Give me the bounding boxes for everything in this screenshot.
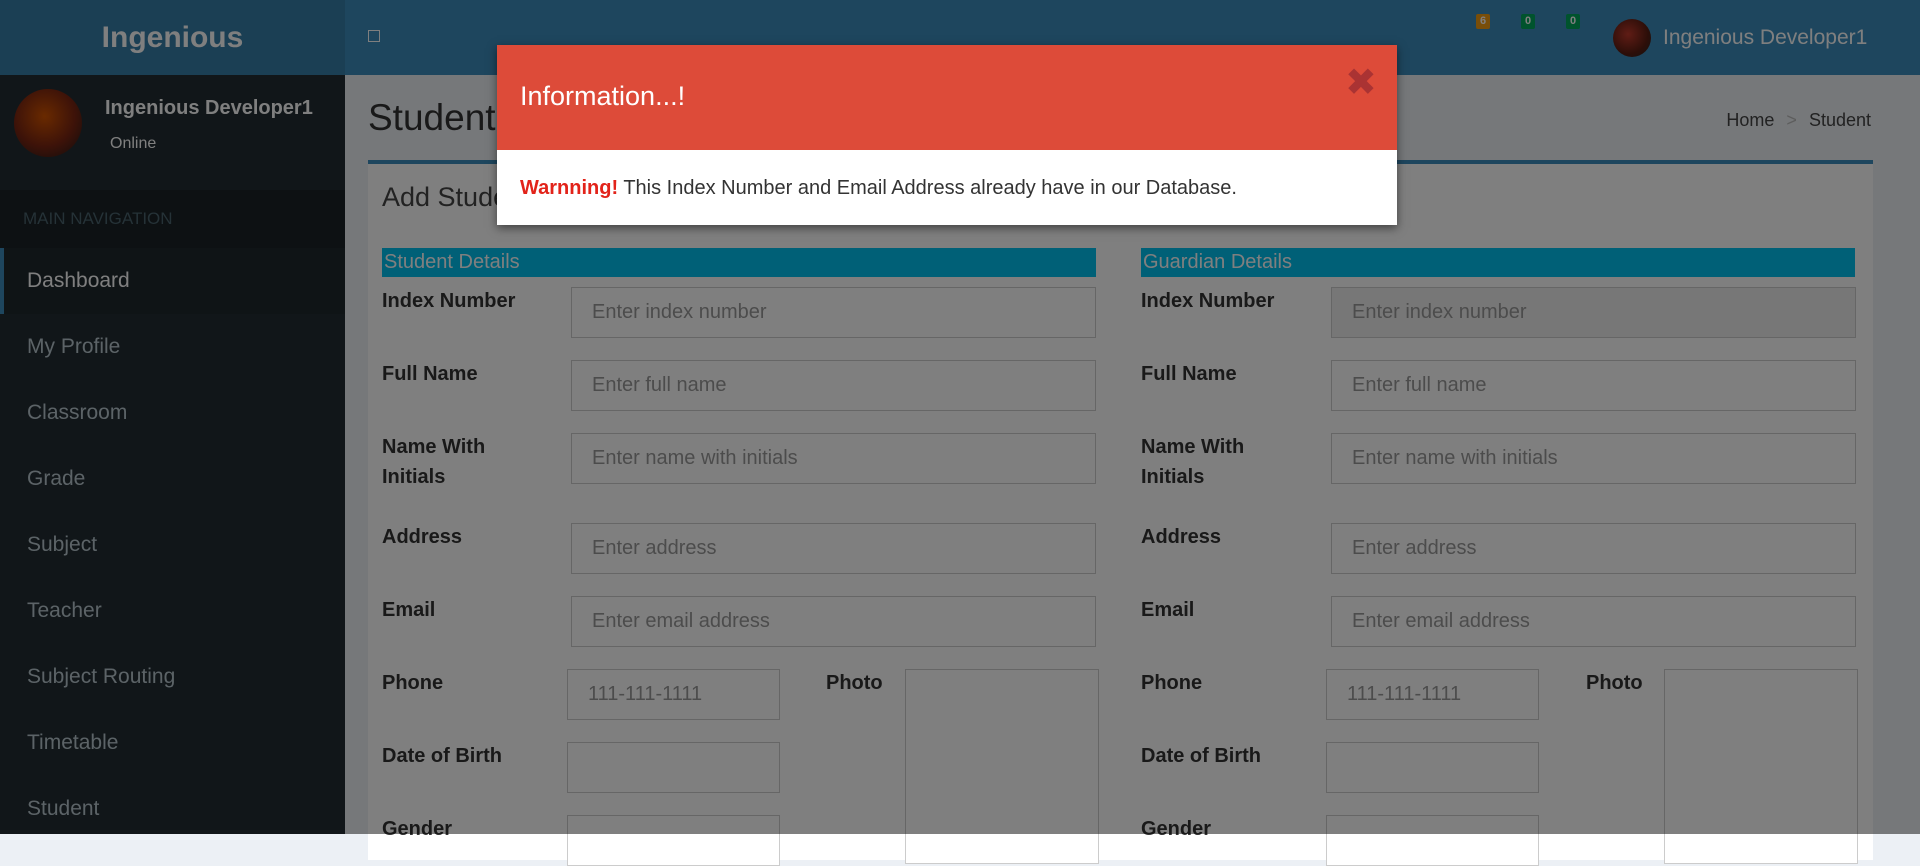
information-modal: Information...! ✖ Warnning! This Index N… bbox=[497, 45, 1397, 225]
close-icon[interactable]: ✖ bbox=[1345, 63, 1377, 103]
modal-title: Information...! bbox=[520, 81, 686, 111]
warning-message: This Index Number and Email Address alre… bbox=[618, 177, 1237, 199]
warning-label: Warnning! bbox=[520, 177, 619, 199]
modal-body: Warnning! This Index Number and Email Ad… bbox=[520, 177, 1237, 200]
modal-header: Information...! ✖ bbox=[497, 45, 1397, 150]
